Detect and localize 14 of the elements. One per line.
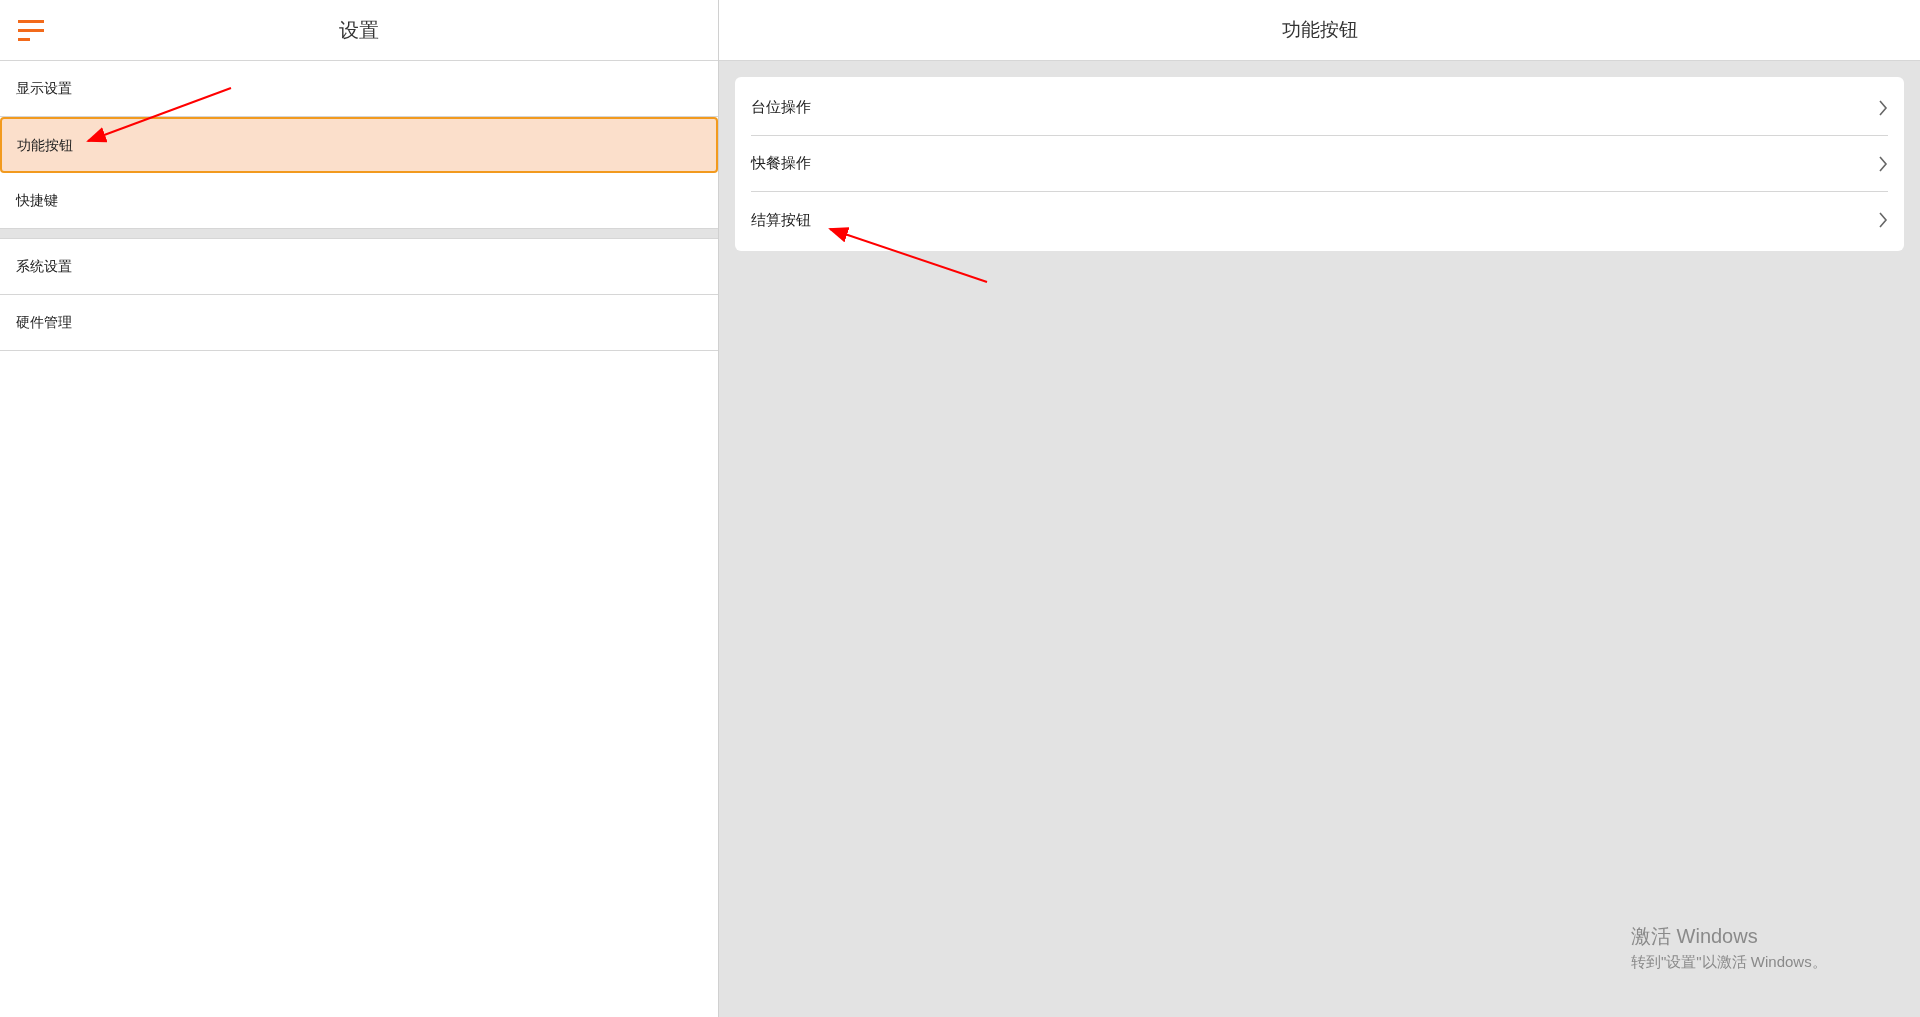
chevron-right-icon <box>1878 212 1888 228</box>
chevron-right-icon <box>1878 155 1888 172</box>
activation-notice-text: 转到"设置"以激活 Windows。 <box>1631 952 1827 972</box>
menu-icon[interactable] <box>18 20 44 41</box>
sidebar-title: 设置 <box>339 18 379 43</box>
chevron-right-icon <box>1878 99 1888 116</box>
page-title: 功能按钮 <box>1281 17 1358 42</box>
sidebar-item[interactable]: 硬件管理 <box>0 295 718 351</box>
activation-notice-title: 激活 Windows <box>1631 924 1759 949</box>
sidebar-item[interactable]: 功能按钮 <box>0 117 718 173</box>
settings-row[interactable]: 结算按钮 <box>751 192 1888 248</box>
sidebar-item[interactable]: 系统设置 <box>0 239 718 295</box>
settings-row[interactable]: 快餐操作 <box>751 136 1888 192</box>
settings-row[interactable]: 台位操作 <box>751 80 1888 136</box>
